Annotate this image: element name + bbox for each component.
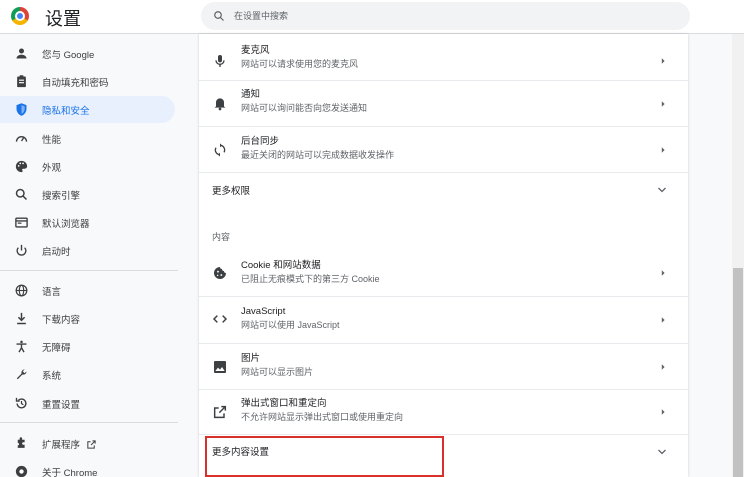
- person-icon: [16, 48, 27, 59]
- sidebar-item-you-and-google[interactable]: 您与 Google: [0, 40, 175, 67]
- sidebar-item-accessibility[interactable]: 无障碍: [0, 333, 175, 360]
- sidebar-item-search-engine[interactable]: 搜索引擎: [0, 181, 175, 208]
- row-title: Cookie 和网站数据: [241, 260, 321, 271]
- cookie-icon: [214, 267, 226, 279]
- row-subtitle: 不允许网站显示弹出式窗口或使用重定向: [241, 412, 404, 422]
- sidebar-item-label: 您与 Google: [42, 49, 95, 61]
- search-input[interactable]: [234, 11, 634, 21]
- wrench-icon: [16, 369, 27, 380]
- sidebar-item-on-startup[interactable]: 启动时: [0, 237, 175, 264]
- open-in-new-icon: [213, 405, 227, 419]
- sidebar-item-label: 启动时: [42, 246, 71, 258]
- chevron-right-icon: [661, 58, 665, 64]
- permission-row-background-sync[interactable]: 后台同步 最近关闭的网站可以完成数据收发操作: [199, 127, 688, 172]
- row-subtitle: 网站可以询问能否向您发送通知: [241, 103, 368, 113]
- sync-icon: [214, 143, 226, 157]
- sidebar-item-label: 语言: [42, 286, 62, 298]
- chrome-icon: [15, 465, 28, 477]
- content-row-cookies[interactable]: Cookie 和网站数据 已阻止无痕模式下的第三方 Cookie: [199, 253, 688, 293]
- row-title: JavaScript: [241, 306, 286, 317]
- sidebar-divider: [0, 422, 178, 423]
- sidebar-item-label: 搜索引擎: [42, 190, 81, 202]
- chevron-right-icon: [661, 101, 665, 107]
- sidebar-item-privacy[interactable]: 隐私和安全: [0, 96, 175, 123]
- site-settings-card: 麦克风 网站可以请求使用您的麦克风 通知 网站可以询问能否向您发送通知 后台同步…: [199, 34, 688, 477]
- sidebar-item-label: 系统: [42, 370, 62, 382]
- chevron-right-icon: [661, 409, 665, 415]
- scrollbar-thumb[interactable]: [733, 268, 743, 477]
- permission-row-microphone[interactable]: 麦克风 网站可以请求使用您的麦克风: [199, 42, 688, 79]
- globe-icon: [15, 284, 28, 297]
- chrome-logo: [11, 7, 29, 25]
- sidebar-item-label: 性能: [42, 134, 62, 146]
- image-icon: [214, 361, 226, 373]
- sidebar: 您与 Google 自动填充和密码 隐私和安全 性能 外观 搜索引擎 默认浏览器: [0, 36, 178, 477]
- sidebar-item-label: 重置设置: [42, 399, 81, 411]
- row-subtitle: 网站可以请求使用您的麦克风: [241, 59, 359, 69]
- header: 设置: [0, 0, 744, 34]
- search-icon: [214, 11, 224, 21]
- search-icon: [15, 188, 28, 201]
- speedometer-icon: [15, 136, 28, 142]
- chevron-right-icon: [661, 317, 665, 323]
- clipboard-icon: [17, 75, 26, 88]
- sidebar-item-languages[interactable]: 语言: [0, 277, 175, 304]
- sidebar-item-default-browser[interactable]: 默认浏览器: [0, 209, 175, 236]
- sidebar-item-system[interactable]: 系统: [0, 361, 175, 388]
- sidebar-item-label: 默认浏览器: [42, 218, 90, 230]
- content-row-popups[interactable]: 弹出式窗口和重定向 不允许网站显示弹出式窗口或使用重定向: [199, 390, 688, 434]
- sidebar-item-label: 关于 Chrome: [42, 467, 98, 477]
- page-title: 设置: [45, 9, 81, 29]
- content-row-javascript[interactable]: JavaScript 网站可以使用 JavaScript: [199, 297, 688, 342]
- sidebar-item-about-chrome[interactable]: 关于 Chrome: [0, 458, 175, 477]
- sidebar-item-appearance[interactable]: 外观: [0, 153, 175, 180]
- bell-icon: [214, 98, 226, 111]
- highlight-box: [205, 436, 444, 477]
- more-permissions-label: 更多权限: [212, 186, 251, 197]
- row-title: 后台同步: [241, 136, 280, 147]
- sidebar-item-downloads[interactable]: 下载内容: [0, 305, 175, 332]
- chevron-right-icon: [661, 270, 665, 276]
- row-subtitle: 网站可以显示图片: [241, 367, 314, 377]
- shield-icon: [16, 103, 27, 116]
- settings-window: 设置 您与 Google 自动填充和密码 隐私和安全 性能 外: [0, 0, 744, 477]
- palette-icon: [15, 160, 28, 173]
- sidebar-item-extensions[interactable]: 扩展程序: [0, 430, 175, 457]
- row-subtitle: 已阻止无痕模式下的第三方 Cookie: [241, 274, 380, 284]
- content-row-images[interactable]: 图片 网站可以显示图片: [199, 344, 688, 389]
- power-icon: [16, 244, 27, 256]
- row-title: 通知: [241, 89, 261, 100]
- chevron-down-icon: [658, 449, 666, 455]
- code-icon: [212, 315, 228, 323]
- chevron-right-icon: [661, 364, 665, 370]
- browser-icon: [15, 217, 28, 228]
- sidebar-divider: [0, 270, 178, 271]
- row-subtitle: 网站可以使用 JavaScript: [241, 320, 340, 330]
- sidebar-item-label: 隐私和安全: [42, 105, 90, 117]
- row-subtitle: 最近关闭的网站可以完成数据收发操作: [241, 150, 395, 160]
- sidebar-item-performance[interactable]: 性能: [0, 125, 175, 152]
- content-section-label: 内容: [212, 232, 231, 242]
- sidebar-item-label: 自动填充和密码: [42, 77, 109, 89]
- sidebar-item-label: 扩展程序: [42, 437, 97, 451]
- download-icon: [17, 312, 26, 325]
- sidebar-item-autofill[interactable]: 自动填充和密码: [0, 68, 175, 95]
- sidebar-item-label: 下载内容: [42, 314, 81, 326]
- sidebar-item-label: 无障碍: [42, 342, 71, 354]
- permission-row-notifications[interactable]: 通知 网站可以询问能否向您发送通知: [199, 81, 688, 126]
- more-permissions-toggle[interactable]: 更多权限: [199, 173, 688, 207]
- reset-icon: [15, 397, 27, 409]
- accessibility-icon: [16, 340, 27, 353]
- chevron-right-icon: [661, 147, 665, 153]
- sidebar-item-label: 外观: [42, 162, 62, 174]
- puzzle-icon: [17, 437, 25, 448]
- chevron-down-icon: [658, 187, 666, 193]
- sidebar-item-reset[interactable]: 重置设置: [0, 390, 175, 417]
- microphone-icon: [215, 55, 225, 67]
- row-title: 弹出式窗口和重定向: [241, 398, 327, 409]
- row-title: 图片: [241, 353, 261, 364]
- external-link-icon: [87, 440, 96, 450]
- row-title: 麦克风: [241, 45, 270, 56]
- search-bar[interactable]: [201, 2, 690, 30]
